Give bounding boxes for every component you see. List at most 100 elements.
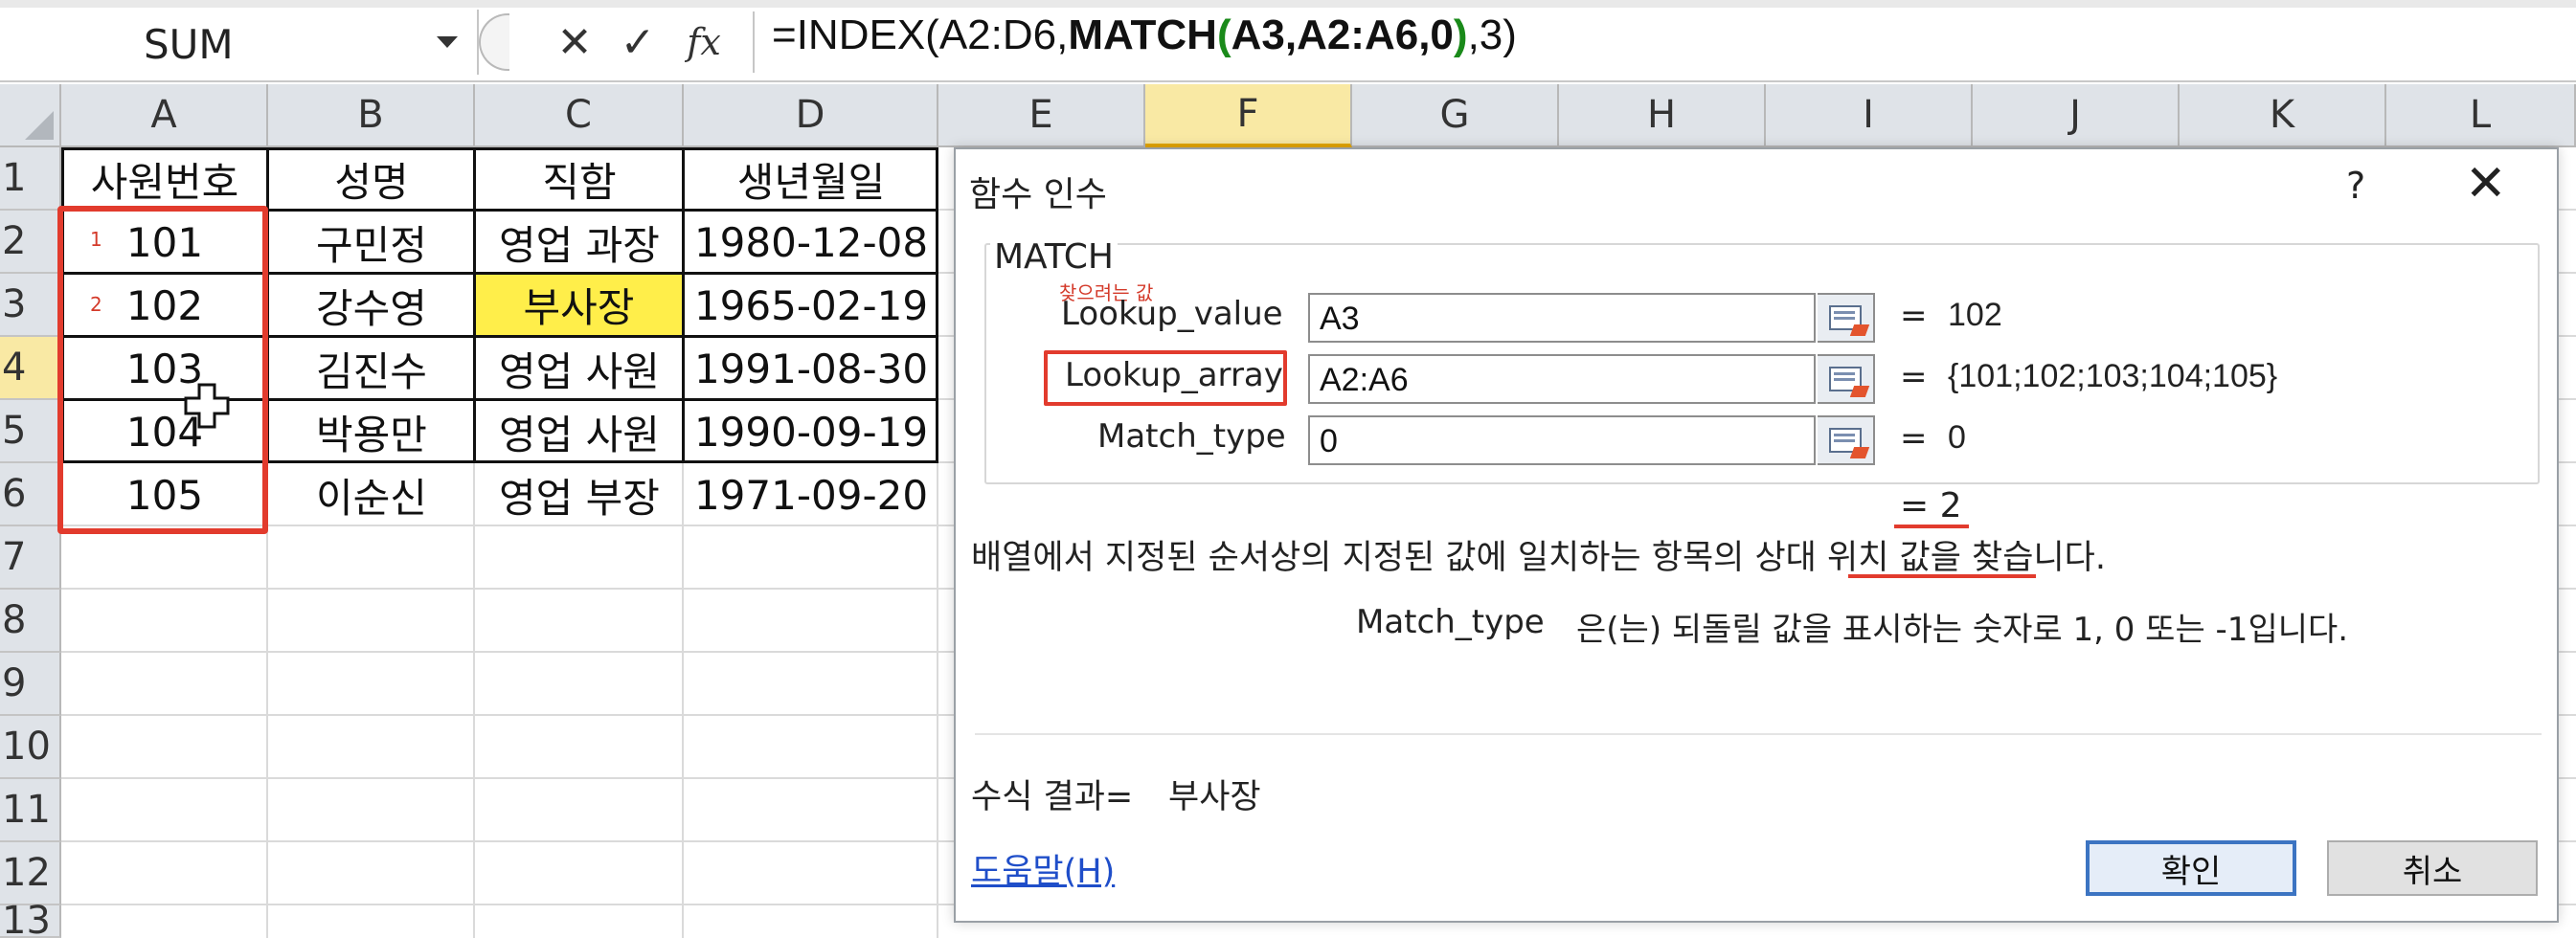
help-link[interactable]: 도움말(H): [971, 844, 1115, 893]
dialog-title: 함수 인수: [969, 175, 1107, 214]
argument-description: 은(는) 되돌릴 값을 표시하는 숫자로 1, 0 또는 -1입니다.: [1576, 611, 2349, 649]
row-header-8[interactable]: 8: [0, 590, 61, 653]
row-header-2[interactable]: 2: [0, 211, 61, 274]
formula-part-open-paren: (: [1216, 11, 1232, 58]
row-header-5[interactable]: 5: [0, 400, 61, 463]
column-header-i[interactable]: I: [1766, 84, 1973, 147]
row-header-12[interactable]: 12: [0, 842, 61, 905]
function-description: 배열에서 지정된 순서상의 지정된 값에 일치하는 항목의 상대 위치 값을 찾…: [971, 539, 2106, 577]
name-box-value: SUM: [144, 21, 234, 68]
row-header-7[interactable]: 7: [0, 526, 61, 590]
lookup-array-result: {101;102;103;104;105}: [1948, 358, 2278, 394]
table-cell[interactable]: 박용만: [268, 400, 475, 463]
lookup-value-label: Lookup_value: [1061, 295, 1283, 333]
column-header-a[interactable]: A: [61, 84, 268, 147]
equals-sign: =: [1900, 419, 1928, 458]
formula-part-match: MATCH: [1068, 11, 1217, 58]
select-all-icon: [25, 111, 54, 140]
formula-bar: SUM ✕ ✓ fx =INDEX(A2:D6,MATCH(A3,A2:A6,0…: [0, 0, 2576, 82]
row-header-1[interactable]: 1: [0, 147, 61, 211]
row-marker-1: 1: [90, 228, 102, 251]
cancel-button[interactable]: 취소: [2327, 840, 2538, 896]
table-cell[interactable]: 영업 사원: [475, 337, 684, 400]
formula-part-close-paren: ): [1453, 11, 1468, 58]
argument-description-name: Match_type: [1356, 603, 1545, 641]
formula-input[interactable]: =INDEX(A2:D6,MATCH(A3,A2:A6,0),3): [772, 11, 1517, 59]
table-header-employee-id[interactable]: 사원번호: [61, 147, 268, 211]
row-header-3[interactable]: 3: [0, 274, 61, 337]
lookup-value-input[interactable]: A3: [1308, 293, 1816, 343]
lookup-value-result: 102: [1948, 297, 2002, 333]
enter-formula-button[interactable]: ✓: [609, 11, 667, 73]
row-header-13[interactable]: 13: [0, 899, 61, 938]
lookup-array-label: Lookup_array: [1065, 356, 1283, 394]
description-underline: [1848, 574, 2036, 578]
formula-part-index: =INDEX(A2:D6,: [772, 11, 1069, 58]
range-select-icon: [1829, 367, 1862, 391]
match-type-input[interactable]: 0: [1308, 415, 1816, 465]
table-cell[interactable]: 1990-09-19: [684, 400, 938, 463]
table-cell[interactable]: 영업 부장: [475, 463, 684, 526]
column-header-f[interactable]: F: [1145, 84, 1352, 147]
range-select-icon: [1829, 305, 1862, 330]
insert-function-button[interactable]: fx: [675, 11, 733, 73]
equals-sign: =: [1900, 297, 1928, 335]
column-header-c[interactable]: C: [475, 84, 684, 147]
table-header-birthdate[interactable]: 생년월일: [684, 147, 938, 211]
match-type-label: Match_type: [1097, 417, 1286, 456]
table-cell[interactable]: 영업 과장: [475, 211, 684, 274]
column-header-j[interactable]: J: [1973, 84, 2180, 147]
lookup-array-collapse-button[interactable]: [1818, 354, 1875, 404]
table-cell[interactable]: 1980-12-08: [684, 211, 938, 274]
name-box[interactable]: SUM: [0, 10, 479, 75]
select-all-button[interactable]: [0, 84, 61, 147]
table-cell[interactable]: 1965-02-19: [684, 274, 938, 337]
table-header-name[interactable]: 성명: [268, 147, 475, 211]
row-header-4[interactable]: 4: [0, 337, 61, 400]
table-header-title[interactable]: 직함: [475, 147, 684, 211]
formula-part-tail: ,3): [1467, 11, 1517, 58]
formula-bar-divider: [753, 11, 755, 73]
table-cell[interactable]: 이순신: [268, 463, 475, 526]
cancel-formula-button[interactable]: ✕: [546, 11, 603, 73]
row-header-6[interactable]: 6: [0, 463, 61, 526]
table-cell[interactable]: 영업 사원: [475, 400, 684, 463]
column-header-l[interactable]: L: [2386, 84, 2576, 147]
name-box-dropdown-icon[interactable]: [437, 36, 458, 48]
ok-button[interactable]: 확인: [2086, 840, 2296, 896]
row-marker-2: 2: [90, 293, 102, 316]
table-cell[interactable]: 김진수: [268, 337, 475, 400]
lookup-range-highlight: [57, 206, 268, 534]
ribbon-edge: [0, 0, 2576, 8]
column-header-h[interactable]: H: [1559, 84, 1766, 147]
table-cell[interactable]: 1971-09-20: [684, 463, 938, 526]
equals-sign: =: [1900, 358, 1928, 396]
help-icon[interactable]: ?: [2346, 165, 2365, 207]
table-cell[interactable]: 1991-08-30: [684, 337, 938, 400]
lookup-array-input[interactable]: A2:A6: [1308, 354, 1816, 404]
formula-result-value: 부사장: [1168, 778, 1261, 816]
cell-cursor-icon: [184, 383, 230, 429]
row-header-10[interactable]: 10: [0, 716, 61, 779]
table-cell-highlighted[interactable]: 부사장: [476, 275, 682, 335]
function-arguments-dialog[interactable]: 함수 인수 ? ✕ MATCH 찾으려는 값 Lookup_value A3 =…: [954, 147, 2559, 923]
column-header-e[interactable]: E: [938, 84, 1145, 147]
function-result: = 2: [1900, 486, 1962, 525]
column-header-d[interactable]: D: [684, 84, 938, 147]
row-header-9[interactable]: 9: [0, 653, 61, 716]
lookup-value-collapse-button[interactable]: [1818, 293, 1875, 343]
column-header-g[interactable]: G: [1352, 84, 1559, 147]
column-header-k[interactable]: K: [2180, 84, 2386, 147]
dialog-divider: [975, 733, 2542, 735]
range-select-icon: [1829, 428, 1862, 453]
formula-bar-grip[interactable]: [479, 13, 509, 71]
table-cell[interactable]: 구민정: [268, 211, 475, 274]
close-icon[interactable]: ✕: [2465, 155, 2507, 212]
table-cell[interactable]: 강수영: [268, 274, 475, 337]
column-header-b[interactable]: B: [268, 84, 475, 147]
function-result-underline: [1894, 525, 1969, 528]
match-type-result: 0: [1948, 419, 1966, 456]
match-type-collapse-button[interactable]: [1818, 415, 1875, 465]
function-name: MATCH: [990, 237, 1118, 277]
row-header-11[interactable]: 11: [0, 779, 61, 842]
